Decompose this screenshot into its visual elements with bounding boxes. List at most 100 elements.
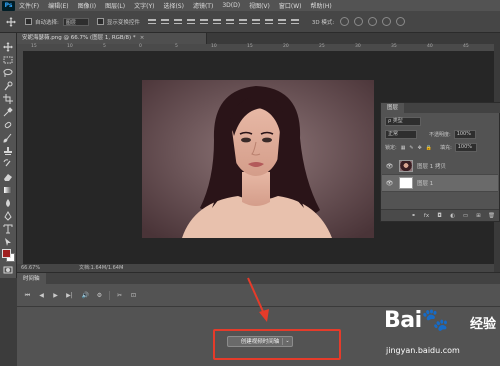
distribute-top-icon[interactable] xyxy=(225,18,234,26)
menu-layer[interactable]: 图层(L) xyxy=(105,1,125,10)
menu-3d[interactable]: 3D(D) xyxy=(222,2,240,9)
menu-file[interactable]: 文件(F) xyxy=(19,1,39,10)
path-select-tool-icon[interactable] xyxy=(3,237,13,247)
pen-tool-icon[interactable] xyxy=(3,211,13,221)
slide-3d-icon[interactable] xyxy=(382,17,392,26)
blur-tool-icon[interactable] xyxy=(3,198,13,208)
new-group-icon[interactable]: ▭ xyxy=(462,213,469,219)
layer-filter-select[interactable]: ρ 类型 xyxy=(385,117,421,126)
ruler-label: 10 xyxy=(67,44,73,49)
layer-row-copy[interactable]: 👁 图层 1 拷贝 xyxy=(382,158,498,175)
history-brush-tool-icon[interactable] xyxy=(3,159,13,169)
align-top-icon[interactable] xyxy=(147,18,156,26)
move-tool-icon[interactable] xyxy=(3,42,13,52)
visibility-eye-icon[interactable]: 👁 xyxy=(385,163,394,170)
previous-frame-icon[interactable]: ◀ xyxy=(37,291,46,300)
distribute-hcenter-icon[interactable] xyxy=(277,18,286,26)
audio-icon[interactable]: 🔊 xyxy=(81,291,90,300)
gradient-tool-icon[interactable] xyxy=(3,185,13,195)
layer-thumbnail xyxy=(399,177,413,189)
crop-tool-icon[interactable] xyxy=(3,94,13,104)
split-scissors-icon[interactable]: ✂ xyxy=(115,291,124,300)
layers-panel-tabbar: 图层 xyxy=(381,103,500,113)
layers-panel: 图层 ρ 类型 正常 不透明度: 100% 锁定: ▦ ✎ ✥ 🔒 填充: 10… xyxy=(380,102,500,222)
ruler-label: 25 xyxy=(319,44,325,49)
layer-name[interactable]: 图层 1 拷贝 xyxy=(417,162,446,170)
ruler-label: 10 xyxy=(211,44,217,49)
go-first-frame-icon[interactable]: ⏮ xyxy=(23,291,32,300)
marquee-tool-icon[interactable] xyxy=(3,55,13,65)
blend-mode-select[interactable]: 正常 xyxy=(385,130,417,139)
lock-pixels-icon[interactable]: ▦ xyxy=(401,145,406,151)
quick-mask-icon[interactable] xyxy=(3,265,13,275)
menu-type[interactable]: 文字(Y) xyxy=(134,1,154,10)
auto-select-label: 自动选择: xyxy=(35,19,59,26)
blend-row: 正常 不透明度: 100% xyxy=(385,130,495,139)
move-tool-preset-icon[interactable] xyxy=(5,16,17,28)
clone-stamp-tool-icon[interactable] xyxy=(3,146,13,156)
auto-select-checkbox[interactable] xyxy=(25,18,32,25)
fill-input[interactable]: 100% xyxy=(454,143,477,152)
distribute-bottom-icon[interactable] xyxy=(251,18,260,26)
scale-3d-icon[interactable] xyxy=(396,17,406,26)
opacity-input[interactable]: 100% xyxy=(453,130,476,139)
delete-layer-icon[interactable]: 🗑 xyxy=(488,213,495,219)
menu-image[interactable]: 图像(I) xyxy=(78,1,96,10)
add-mask-icon[interactable]: ◘ xyxy=(436,213,443,219)
menu-help[interactable]: 帮助(H) xyxy=(311,1,332,10)
transition-icon[interactable]: ⊡ xyxy=(129,291,138,300)
lock-row: 锁定: ▦ ✎ ✥ 🔒 填充: 100% xyxy=(385,143,495,152)
eraser-tool-icon[interactable] xyxy=(3,172,13,182)
eyedropper-tool-icon[interactable] xyxy=(3,107,13,117)
menu-edit[interactable]: 编辑(E) xyxy=(48,1,68,10)
lock-move-icon[interactable]: ✥ xyxy=(418,145,422,151)
mode-3d-label: 3D 模式: xyxy=(311,19,335,26)
healing-brush-tool-icon[interactable] xyxy=(3,120,13,130)
align-bottom-icon[interactable] xyxy=(173,18,182,26)
ruler-label: 40 xyxy=(427,44,433,49)
status-menu-arrow[interactable]: › xyxy=(121,264,123,272)
brush-tool-icon[interactable] xyxy=(3,133,13,143)
play-icon[interactable]: ▶ xyxy=(51,291,60,300)
type-tool-icon[interactable] xyxy=(3,224,13,234)
distribute-vcenter-icon[interactable] xyxy=(238,18,247,26)
menu-select[interactable]: 选择(S) xyxy=(163,1,184,10)
menu-filter[interactable]: 滤镜(T) xyxy=(193,1,213,10)
close-tab-icon[interactable]: × xyxy=(140,35,145,41)
link-layers-icon[interactable]: ⚭ xyxy=(410,213,417,219)
settings-gear-icon[interactable]: ⚙ xyxy=(95,291,104,300)
show-transform-checkbox[interactable] xyxy=(96,18,104,25)
distribute-left-icon[interactable] xyxy=(264,18,273,26)
rotate-3d-icon[interactable] xyxy=(340,17,350,26)
fx-icon[interactable]: fx xyxy=(423,213,430,219)
roll-3d-icon[interactable] xyxy=(354,17,364,26)
foreground-color-swatch[interactable] xyxy=(2,249,11,258)
next-frame-icon[interactable]: ▶| xyxy=(65,291,74,300)
tab-layers[interactable]: 图层 xyxy=(381,103,405,113)
status-bar: 66.67% 文档:1.64M/1.64M › xyxy=(17,264,500,272)
align-left-icon[interactable] xyxy=(186,18,195,26)
annotation-highlight-box xyxy=(213,329,341,360)
lock-all-icon[interactable]: 🔒 xyxy=(426,145,432,151)
portrait-photo[interactable] xyxy=(142,80,374,238)
menu-window[interactable]: 窗口(W) xyxy=(279,1,302,10)
zoom-level[interactable]: 66.67% xyxy=(21,264,40,272)
ruler-label: 0 xyxy=(139,44,142,49)
align-vcenter-icon[interactable] xyxy=(160,18,169,26)
menu-view[interactable]: 视图(V) xyxy=(249,1,270,10)
layer-thumbnail xyxy=(399,160,413,172)
quick-select-tool-icon[interactable] xyxy=(3,81,13,91)
layer-row-base[interactable]: 👁 图层 1 xyxy=(382,175,498,192)
layer-name[interactable]: 图层 1 xyxy=(417,179,433,187)
adjustment-layer-icon[interactable]: ◐ xyxy=(449,213,456,219)
visibility-eye-icon[interactable]: 👁 xyxy=(385,180,394,187)
document-tab[interactable]: 安妮海瑟薇.png @ 66.7% (图层 1, RGB/8) * × xyxy=(17,33,207,44)
distribute-right-icon[interactable] xyxy=(290,18,299,26)
align-right-icon[interactable] xyxy=(212,18,221,26)
lasso-tool-icon[interactable] xyxy=(3,68,13,78)
drag-3d-icon[interactable] xyxy=(368,17,378,26)
auto-select-dropdown[interactable]: 图层 xyxy=(62,17,89,26)
lock-paint-icon[interactable]: ✎ xyxy=(409,145,413,151)
align-hcenter-icon[interactable] xyxy=(199,18,208,26)
new-layer-icon[interactable]: ⊞ xyxy=(475,213,482,219)
